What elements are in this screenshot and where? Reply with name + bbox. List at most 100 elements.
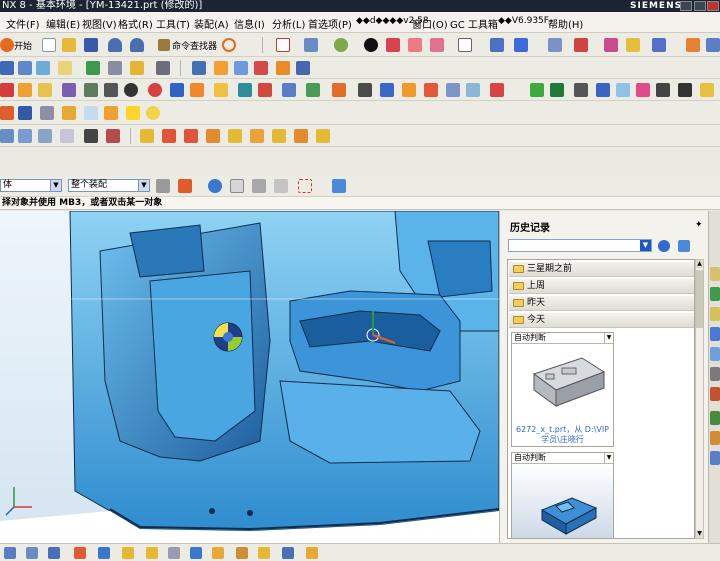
move-object-icon[interactable] — [604, 38, 618, 52]
sketch-icon[interactable] — [58, 61, 72, 75]
menu-analysis[interactable]: 分析(L) — [272, 16, 305, 31]
menu-plugin-2[interactable]: ◆◆V6.935F — [498, 16, 549, 26]
paste-icon[interactable] — [596, 83, 610, 97]
snap-intersection-icon[interactable] — [74, 547, 86, 559]
extrude-icon[interactable] — [0, 61, 14, 75]
arrange-icon[interactable] — [294, 129, 308, 143]
solid-box-icon[interactable] — [550, 83, 564, 97]
history-group[interactable]: 三星期之前 — [509, 262, 694, 277]
snap-center-icon[interactable] — [98, 547, 110, 559]
block-icon[interactable] — [36, 61, 50, 75]
edit-color-icon[interactable] — [430, 38, 444, 52]
hole-icon[interactable] — [86, 61, 100, 75]
dark-tool-icon[interactable] — [656, 83, 670, 97]
menu-tools[interactable]: 工具(T) — [156, 16, 190, 31]
trim-icon[interactable] — [258, 83, 272, 97]
chevron-down-icon[interactable]: ▼ — [640, 240, 651, 251]
layer-icon[interactable] — [458, 38, 472, 52]
menu-format[interactable]: 格式(R) — [118, 16, 153, 31]
scroll-down-icon[interactable]: ▼ — [696, 530, 703, 538]
snap-tool-icon[interactable] — [306, 547, 318, 559]
menu-gc-toolkit[interactable]: GC 工具箱 — [450, 16, 498, 31]
split-body-icon[interactable] — [296, 61, 310, 75]
snap-point-icon[interactable] — [178, 179, 192, 193]
rotate-selection-icon[interactable] — [252, 179, 266, 193]
spline-icon[interactable] — [62, 83, 76, 97]
draft-icon[interactable] — [306, 83, 320, 97]
layout-icon[interactable] — [62, 106, 76, 120]
part-thumbnail[interactable] — [512, 344, 613, 424]
snap-end-icon[interactable] — [4, 547, 16, 559]
thicken-icon[interactable] — [358, 83, 372, 97]
new-file-icon[interactable] — [42, 38, 56, 52]
revolve-icon[interactable] — [18, 61, 32, 75]
shaded-icon[interactable] — [334, 38, 348, 52]
wireframe-icon[interactable] — [364, 38, 378, 52]
measure-icon[interactable] — [686, 38, 700, 52]
snap-control-icon[interactable] — [48, 547, 60, 559]
pin-icon[interactable]: ✦ — [695, 220, 703, 230]
process-studio-icon[interactable] — [710, 431, 720, 445]
menu-view[interactable]: 视图(V) — [82, 16, 117, 31]
command-finder-icon[interactable] — [158, 39, 170, 51]
history-search[interactable]: ▼ — [508, 239, 652, 252]
sort-icon[interactable] — [250, 129, 264, 143]
delete-face-icon[interactable] — [490, 83, 504, 97]
extend-icon[interactable] — [238, 83, 252, 97]
bounding-box-icon[interactable] — [530, 83, 544, 97]
more-tools-icon[interactable] — [706, 38, 720, 52]
blend-face-icon[interactable] — [190, 83, 204, 97]
mirror-icon[interactable] — [156, 61, 170, 75]
snap-on-face-icon[interactable] — [190, 547, 202, 559]
part-caption[interactable]: 6272_x_t.prt，从 D:\VIP学员\庄晓行 — [512, 424, 613, 446]
load-mode-select[interactable]: 自动判断 ▼ — [512, 453, 613, 464]
scroll-thumb[interactable] — [696, 270, 703, 328]
double-down-icon[interactable] — [316, 129, 330, 143]
chamfer-icon[interactable] — [332, 83, 346, 97]
select-all-icon[interactable] — [208, 179, 222, 193]
history-view-icon[interactable] — [678, 240, 690, 252]
system-materials-icon[interactable] — [710, 411, 720, 425]
hd3d-tools-icon[interactable] — [710, 347, 720, 361]
load-mode-select[interactable]: 自动判断 ▼ — [512, 333, 613, 344]
intersection-curve-icon[interactable] — [124, 83, 138, 97]
graphics-viewport[interactable] — [0, 211, 499, 543]
chevron-down-icon[interactable]: ▼ — [604, 453, 613, 463]
select-body-icon[interactable] — [332, 179, 346, 193]
section-view-icon[interactable] — [386, 38, 400, 52]
replace-face-icon[interactable] — [446, 83, 460, 97]
face-icon[interactable] — [170, 83, 184, 97]
line-icon[interactable] — [0, 83, 14, 97]
web-browser-icon[interactable] — [710, 367, 720, 381]
bridge-icon[interactable] — [214, 83, 228, 97]
project-curve-icon[interactable] — [104, 83, 118, 97]
chevron-down-icon[interactable]: ▼ — [138, 180, 149, 191]
unite-icon[interactable] — [214, 61, 228, 75]
chevron-down-icon[interactable]: ▼ — [604, 333, 613, 343]
command-finder-label[interactable]: 命令查找器 — [172, 39, 217, 52]
yellow-tool-icon[interactable] — [700, 83, 714, 97]
pink-tool-icon[interactable] — [636, 83, 650, 97]
reuse-library-icon[interactable] — [710, 327, 720, 341]
scatter-icon[interactable] — [106, 129, 120, 143]
menu-information[interactable]: 信息(I) — [234, 16, 265, 31]
model-render[interactable] — [0, 211, 499, 543]
black-tool-icon[interactable] — [678, 83, 692, 97]
scroll-up-icon[interactable]: ▲ — [696, 260, 703, 268]
menu-assemblies[interactable]: 装配(A) — [194, 16, 229, 31]
circle-icon[interactable] — [38, 83, 52, 97]
pattern-icon[interactable] — [108, 61, 122, 75]
constraint-navigator-icon[interactable] — [710, 287, 720, 301]
part-thumbnail[interactable] — [512, 464, 613, 538]
stack-up-icon[interactable] — [228, 129, 242, 143]
open-folder-icon[interactable] — [62, 38, 76, 52]
deselect-icon[interactable] — [274, 179, 288, 193]
datum-plane-icon[interactable] — [514, 38, 528, 52]
moon-icon[interactable] — [146, 106, 160, 120]
selection-scope-select[interactable]: 整个装配 ▼ — [68, 179, 150, 192]
align-icon[interactable] — [140, 129, 154, 143]
edit-object-icon[interactable] — [626, 38, 640, 52]
undo-icon[interactable] — [108, 38, 122, 52]
start-icon[interactable] — [0, 38, 14, 52]
constraint-icon[interactable] — [574, 38, 588, 52]
